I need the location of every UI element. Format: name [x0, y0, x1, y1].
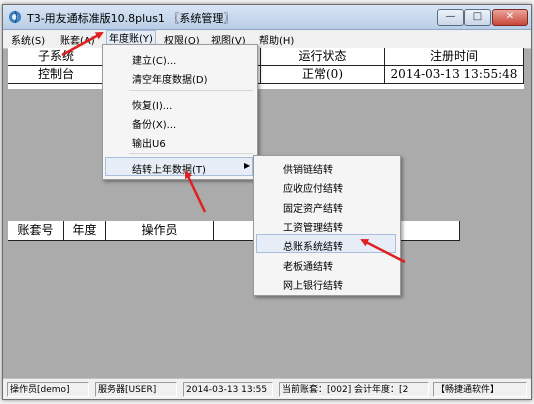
- title-bar[interactable]: T3-用友通标准版10.8plus1 〖系统管理〗 — □ ✕: [3, 5, 531, 30]
- year-account-dropdown: 建立(C)... 清空年度数据(D) 恢复(I)... 备份(X)... 输出U…: [102, 44, 258, 180]
- subsystem-table: 子系统 站点 运行状态 注册时间 控制台 正常(0) 2014-03-13 13…: [8, 48, 524, 89]
- menu-item-backup[interactable]: 备份(X)...: [132, 116, 176, 131]
- cell-status[interactable]: 正常(0): [261, 66, 385, 84]
- cell-subsystem[interactable]: 控制台: [8, 66, 105, 84]
- menu-item-carry-forward[interactable]: 结转上年数据(T): [132, 161, 206, 176]
- submenu-item-payroll[interactable]: 工资管理结转: [283, 219, 343, 234]
- cell-register-time[interactable]: 2014-03-13 13:55:48: [385, 66, 524, 84]
- column-header-subsystem[interactable]: 子系统: [8, 48, 105, 66]
- menu-item-export-u6[interactable]: 输出U6: [132, 135, 166, 150]
- menu-separator: [129, 153, 253, 154]
- column-header-year[interactable]: 年度: [64, 221, 106, 241]
- submenu-item-fixed-assets[interactable]: 固定资产结转: [283, 200, 343, 215]
- submenu-item-receivable-payable[interactable]: 应收应付结转: [283, 180, 343, 195]
- carry-forward-submenu: 供销链结转 应收应付结转 固定资产结转 工资管理结转 总账系统结转 老板通结转 …: [253, 155, 401, 296]
- menu-item-create[interactable]: 建立(C)...: [132, 52, 176, 67]
- status-current-account: 当前账套：[002] 会计年度：[2: [279, 382, 429, 397]
- column-header-operator[interactable]: 操作员: [106, 221, 214, 241]
- minimize-button[interactable]: —: [437, 9, 464, 26]
- submenu-item-supply-chain[interactable]: 供销链结转: [283, 161, 333, 176]
- window-title: T3-用友通标准版10.8plus1 〖系统管理〗: [27, 12, 235, 25]
- menu-item-clear-year-data[interactable]: 清空年度数据(D): [132, 71, 208, 86]
- submenu-item-boss-link[interactable]: 老板通结转: [283, 258, 333, 273]
- app-logo-icon: [9, 10, 21, 24]
- column-header-register-time[interactable]: 注册时间: [385, 48, 524, 66]
- column-header-status[interactable]: 运行状态: [261, 48, 385, 66]
- menu-system[interactable]: 系统(S): [11, 32, 45, 47]
- menu-help[interactable]: 帮助(H): [259, 32, 294, 47]
- status-datetime: 2014-03-13 13:55: [183, 382, 273, 397]
- status-bar: 操作员[demo] 服务器[USER] 2014-03-13 13:55 当前账…: [3, 378, 531, 399]
- menu-separator: [129, 90, 253, 91]
- close-button[interactable]: ✕: [492, 9, 528, 26]
- submenu-arrow-icon: ▶: [244, 161, 251, 170]
- menu-account-set[interactable]: 账套(A): [60, 32, 95, 47]
- maximize-button[interactable]: □: [464, 9, 491, 26]
- submenu-item-general-ledger[interactable]: 总账系统结转: [283, 238, 343, 253]
- menu-item-restore[interactable]: 恢复(I)...: [132, 97, 172, 112]
- menu-bar: 系统(S) 账套(A) 年度账(Y) 权限(O) 视图(V) 帮助(H): [3, 30, 531, 49]
- status-brand: 【畅捷通软件】: [433, 382, 527, 397]
- column-header-account-no[interactable]: 账套号: [8, 221, 64, 241]
- status-server: 服务器[USER]: [95, 382, 177, 397]
- status-operator: 操作员[demo]: [7, 382, 89, 397]
- submenu-item-online-banking[interactable]: 网上银行结转: [283, 277, 343, 292]
